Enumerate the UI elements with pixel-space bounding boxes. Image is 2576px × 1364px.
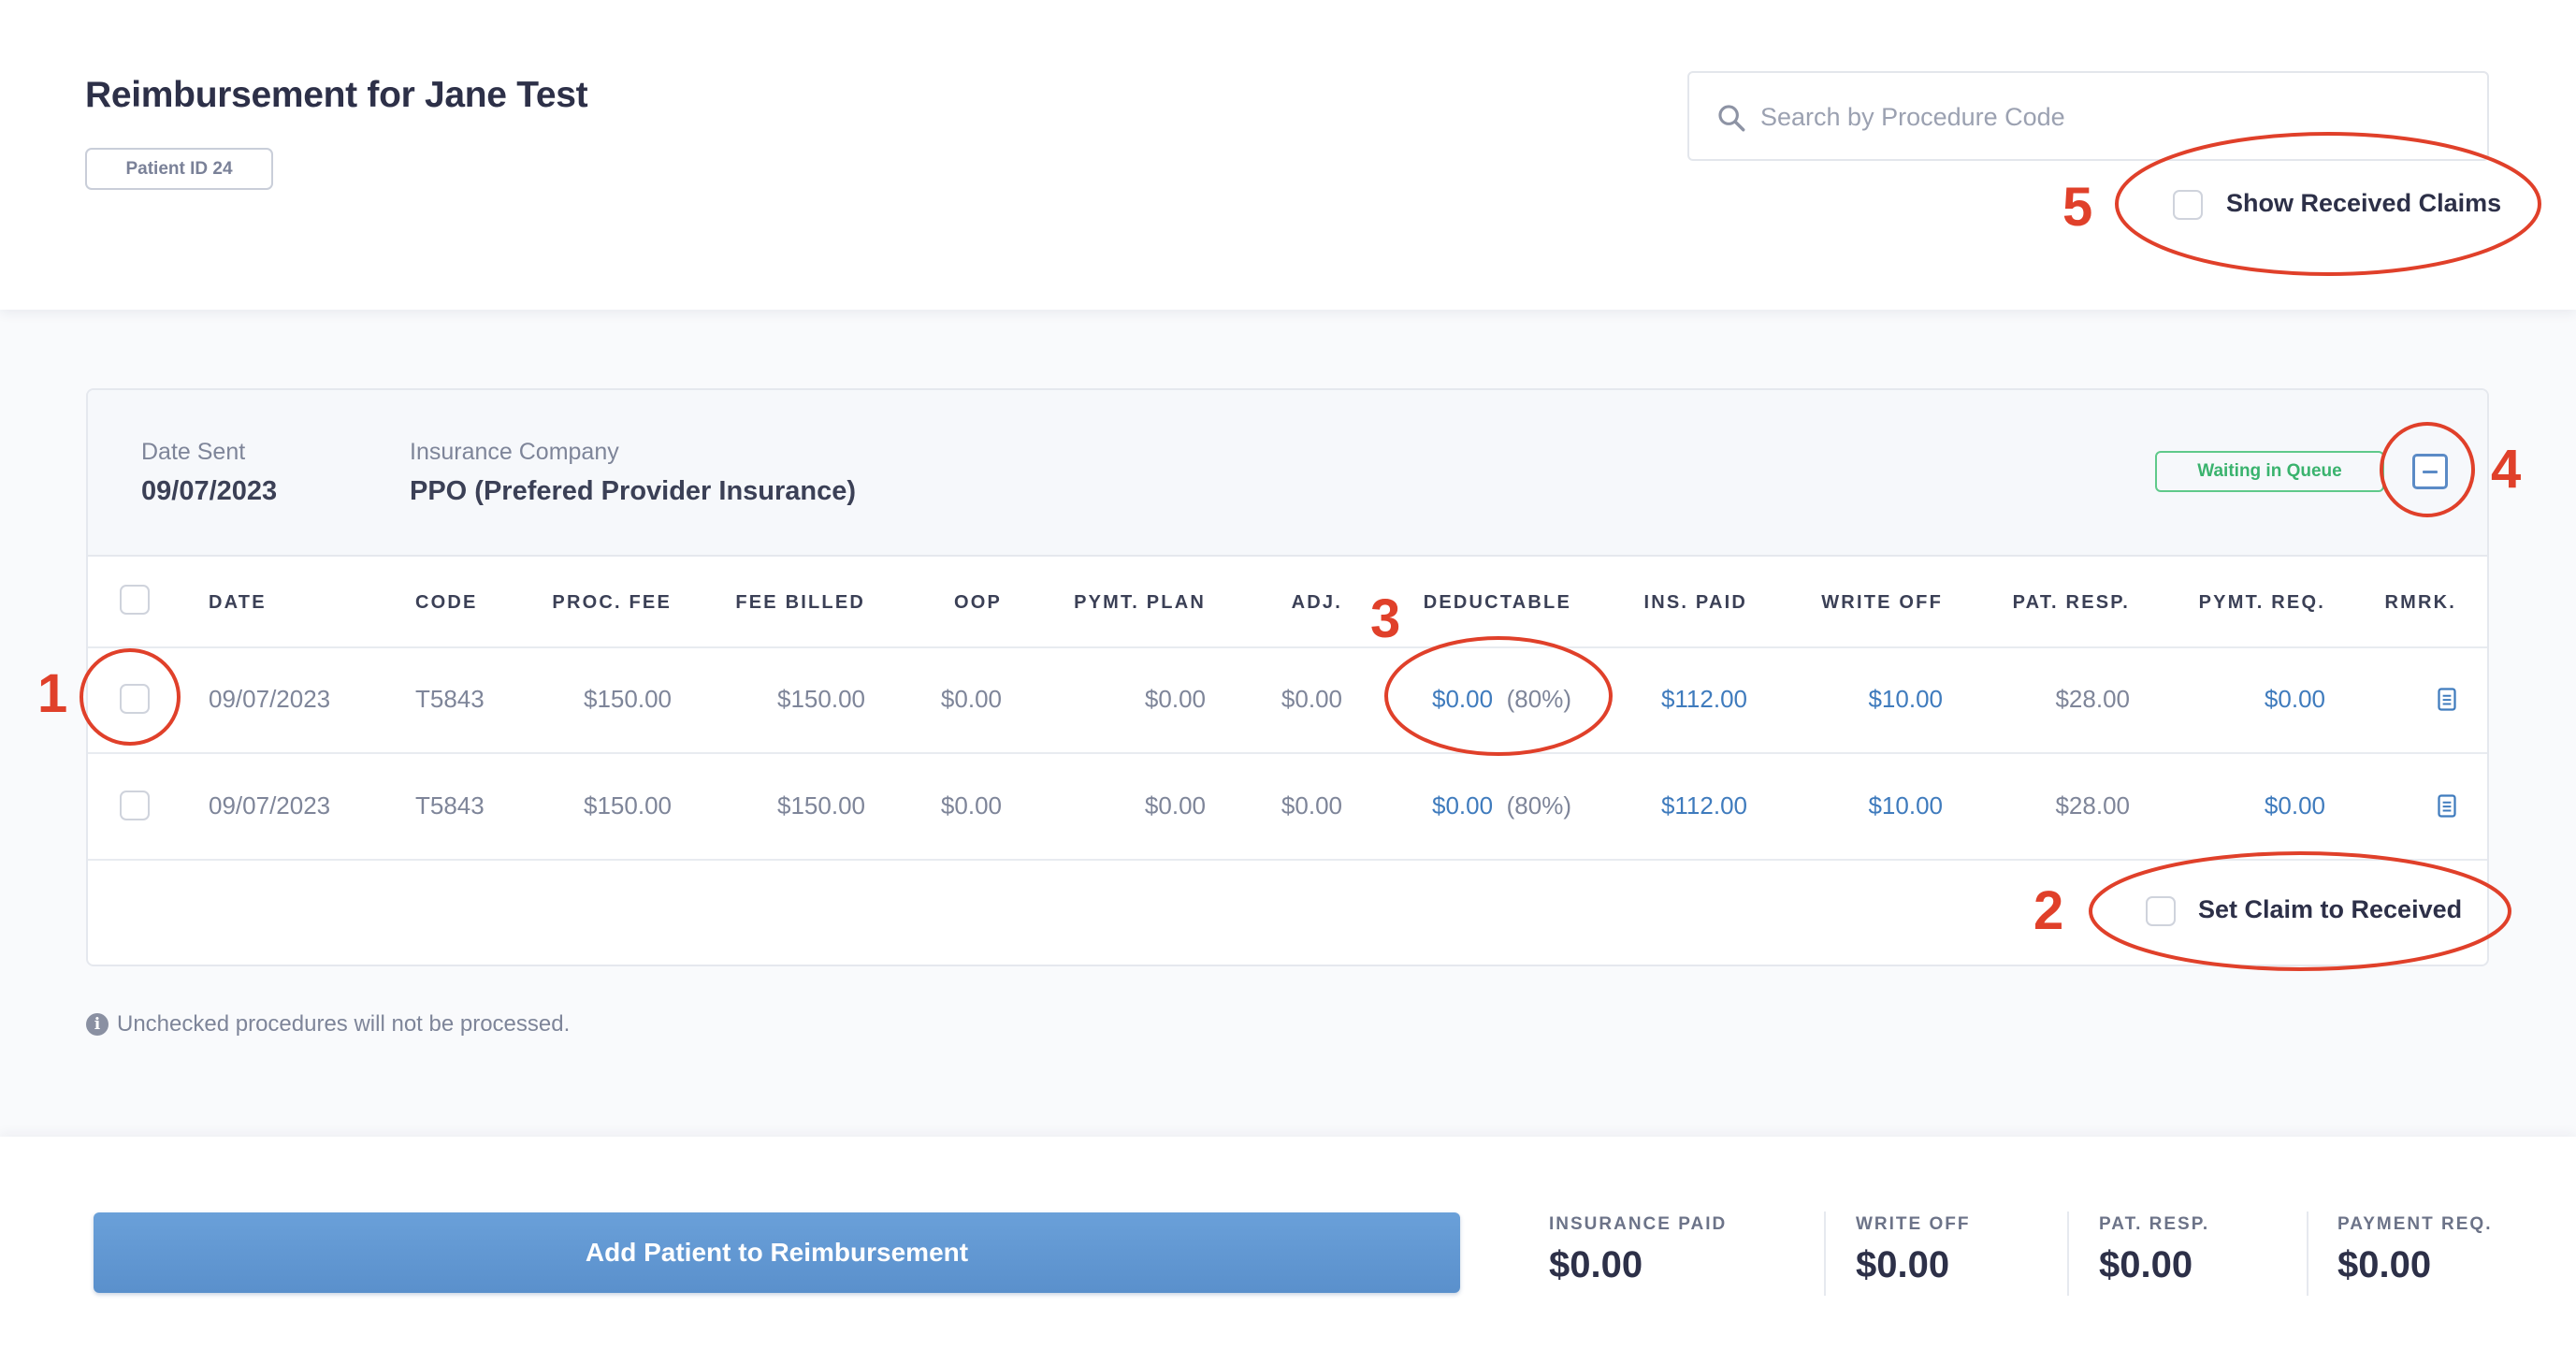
- patient-id-badge: Patient ID 24: [85, 148, 273, 190]
- row-divider: [88, 646, 2487, 648]
- summary-payment-req-label: PAYMENT REQ.: [2337, 1214, 2493, 1234]
- search-input[interactable]: [1760, 92, 2453, 142]
- summary-pat-resp-value: $0.00: [2099, 1244, 2193, 1285]
- info-note-text: Unchecked procedures will not be process…: [117, 1011, 571, 1037]
- select-all-checkbox[interactable]: [120, 585, 150, 615]
- document-icon[interactable]: [2438, 688, 2456, 711]
- reimbursement-page: Reimbursement for Jane Test Patient ID 2…: [0, 0, 2576, 1364]
- summary-payment-req-value: $0.00: [2337, 1244, 2432, 1285]
- column-header-pymt-plan: PYMT. PLAN: [1074, 592, 1206, 613]
- column-header-code: CODE: [415, 592, 478, 613]
- column-header-fee-billed: FEE BILLED: [735, 592, 865, 613]
- info-note: i Unchecked procedures will not be proce…: [86, 1011, 570, 1038]
- deductable-percent: (80%): [1506, 791, 1571, 820]
- status-badge: Waiting in Queue: [2155, 451, 2384, 492]
- column-header-deductable: DEDUCTABLE: [1423, 592, 1571, 613]
- claim-header: Date Sent 09/07/2023 Insurance Company P…: [88, 390, 2487, 557]
- pymt-req-link[interactable]: $0.00: [2265, 685, 2325, 714]
- cell-date: 09/07/2023: [209, 685, 331, 713]
- cell-pat-resp: $28.00: [2055, 791, 2130, 820]
- row-divider: [88, 752, 2487, 754]
- deductable-link[interactable]: $0.00: [1432, 685, 1493, 714]
- summary-write-off-label: WRITE OFF: [1856, 1214, 1971, 1234]
- column-header-oop: OOP: [953, 592, 1002, 613]
- set-received-label[interactable]: Set Claim to Received: [2198, 895, 2462, 924]
- cell-pat-resp: $28.00: [2055, 685, 2130, 713]
- date-sent-value: 09/07/2023: [141, 476, 278, 506]
- insurance-company-label: Insurance Company: [410, 439, 619, 465]
- insurance-company-value: PPO (Prefered Provider Insurance): [410, 476, 857, 506]
- ins-paid-link[interactable]: $112.00: [1661, 685, 1747, 714]
- cell-fee-billed: $150.00: [777, 685, 865, 713]
- annotation-number-5: 5: [2062, 177, 2093, 238]
- column-header-adj: ADJ.: [1291, 592, 1342, 613]
- cell-pymt-plan: $0.00: [1144, 685, 1206, 713]
- add-patient-button[interactable]: Add Patient to Reimbursement: [94, 1212, 1460, 1293]
- pymt-req-link[interactable]: $0.00: [2265, 791, 2325, 820]
- page-title: Reimbursement for Jane Test: [85, 75, 588, 115]
- cell-adj: $0.00: [1281, 685, 1342, 713]
- annotation-number-4: 4: [2491, 439, 2522, 500]
- set-received-checkbox[interactable]: [2146, 896, 2176, 926]
- cell-fee-billed: $150.00: [777, 791, 865, 820]
- collapse-button[interactable]: [2412, 454, 2448, 489]
- summary-divider: [2067, 1212, 2069, 1296]
- summary-pat-resp-label: PAT. RESP.: [2099, 1214, 2210, 1234]
- row-divider: [88, 859, 2487, 861]
- annotation-number-3: 3: [1370, 588, 1401, 649]
- column-header-date: DATE: [209, 592, 267, 613]
- write-off-link[interactable]: $10.00: [1868, 791, 1943, 820]
- cell-date: 09/07/2023: [209, 791, 331, 820]
- summary-write-off-value: $0.00: [1856, 1244, 1950, 1285]
- cell-pymt-plan: $0.00: [1144, 791, 1206, 820]
- claim-card: Date Sent 09/07/2023 Insurance Company P…: [86, 388, 2489, 966]
- write-off-link[interactable]: $10.00: [1868, 685, 1943, 714]
- column-header-proc-fee: PROC. FEE: [552, 592, 672, 613]
- summary-insurance-paid-label: INSURANCE PAID: [1549, 1214, 1728, 1234]
- cell-code: T5843: [415, 685, 485, 713]
- column-header-pat-resp: PAT. RESP.: [2012, 592, 2130, 613]
- ins-paid-link[interactable]: $112.00: [1661, 791, 1747, 820]
- cell-code: T5843: [415, 791, 485, 820]
- annotation-number-2: 2: [2033, 880, 2064, 941]
- show-received-label[interactable]: Show Received Claims: [2226, 189, 2501, 218]
- document-icon[interactable]: [2438, 794, 2456, 818]
- summary-divider: [2307, 1212, 2308, 1296]
- annotation-number-1: 1: [37, 663, 68, 724]
- search-box[interactable]: [1687, 71, 2489, 161]
- cell-adj: $0.00: [1281, 791, 1342, 820]
- show-received-checkbox[interactable]: [2173, 190, 2203, 220]
- cell-proc-fee: $150.00: [584, 685, 672, 713]
- column-header-ins-paid: INS. PAID: [1643, 592, 1747, 613]
- column-header-write-off: WRITE OFF: [1821, 592, 1943, 613]
- summary-divider: [1824, 1212, 1826, 1296]
- cell-oop: $0.00: [940, 791, 1002, 820]
- cell-proc-fee: $150.00: [584, 791, 672, 820]
- summary-insurance-paid-value: $0.00: [1549, 1244, 1643, 1285]
- page-footer: Add Patient to Reimbursement INSURANCE P…: [0, 1137, 2576, 1364]
- cell-oop: $0.00: [940, 685, 1002, 713]
- date-sent-label: Date Sent: [141, 439, 246, 465]
- column-header-pymt-req: PYMT. REQ.: [2198, 592, 2325, 613]
- minus-square-icon: [2423, 470, 2438, 473]
- info-icon: i: [86, 1013, 109, 1036]
- column-header-rmrk: RMRK.: [2384, 592, 2456, 613]
- page-header: Reimbursement for Jane Test Patient ID 2…: [0, 0, 2576, 310]
- search-icon: [1718, 105, 1745, 132]
- deductable-link[interactable]: $0.00: [1432, 791, 1493, 820]
- deductable-percent: (80%): [1506, 685, 1571, 713]
- row-checkbox[interactable]: [120, 791, 150, 820]
- row-checkbox[interactable]: [120, 684, 150, 714]
